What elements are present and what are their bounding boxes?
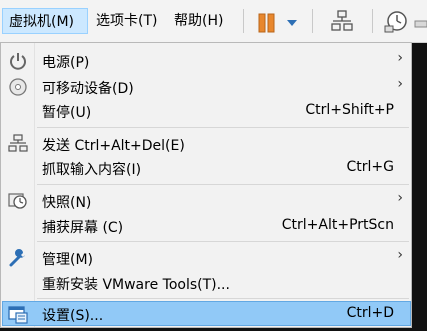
menu-item-label: 可移动设备(D) — [42, 81, 134, 97]
menu-separator — [37, 241, 409, 242]
menu-bar: 虚拟机(M) 选项卡(T) 帮助(H) — [0, 0, 427, 43]
toolbar-separator — [372, 9, 373, 33]
menu-item-pause[interactable]: 暂停(U) Ctrl+Shift+P — [2, 98, 411, 124]
power-icon — [8, 51, 28, 71]
background-edge — [412, 42, 427, 331]
submenu-arrow-icon: › — [397, 247, 403, 263]
toolbar-separator — [312, 9, 313, 33]
toolbar-separator — [243, 9, 244, 33]
submenu-arrow-icon: › — [397, 76, 403, 92]
menu-vm[interactable]: 虚拟机(M) — [2, 8, 88, 34]
menu-item-label: 抓取输入内容(I) — [42, 162, 142, 178]
clock-icon[interactable] — [384, 10, 408, 34]
settings-icon — [8, 304, 28, 324]
menu-separator — [37, 298, 409, 299]
menu-item-capture-screen[interactable]: 捕获屏幕 (C) Ctrl+Alt+PrtScn — [2, 213, 411, 239]
menu-item-shortcut: Ctrl+D — [346, 305, 394, 321]
menu-item-label: 发送 Ctrl+Alt+Del(E) — [42, 138, 185, 154]
menu-tabs[interactable]: 选项卡(T) — [90, 8, 163, 34]
menu-item-label: 暂停(U) — [42, 105, 92, 121]
menu-help-label: 帮助(H) — [174, 13, 224, 29]
disc-icon — [8, 77, 28, 97]
network-send-icon — [8, 134, 28, 154]
pause-icon[interactable] — [256, 12, 278, 34]
menu-item-label: 管理(M) — [42, 252, 94, 268]
menu-item-label: 重新安装 VMware Tools(T)... — [42, 277, 230, 293]
menu-item-settings[interactable]: 设置(S)... Ctrl+D — [2, 301, 411, 326]
wrench-icon — [8, 248, 28, 268]
menu-item-reinstall-vmware-tools[interactable]: 重新安装 VMware Tools(T)... — [2, 270, 411, 296]
menu-item-label: 设置(S)... — [42, 308, 104, 324]
menu-item-shortcut: Ctrl+G — [346, 159, 395, 175]
menu-help[interactable]: 帮助(H) — [168, 8, 229, 34]
menu-item-send-ctrl-alt-del[interactable]: 发送 Ctrl+Alt+Del(E) — [2, 131, 411, 157]
menu-item-label: 捕获屏幕 (C) — [42, 220, 124, 236]
submenu-arrow-icon: › — [397, 50, 403, 66]
menu-separator — [37, 184, 409, 185]
menu-item-power[interactable]: 电源(P) › — [2, 48, 411, 74]
menu-item-removable-devices[interactable]: 可移动设备(D) › — [2, 74, 411, 100]
menu-item-grab-input[interactable]: 抓取输入内容(I) Ctrl+G — [2, 155, 411, 181]
menu-separator — [37, 127, 409, 128]
toolbar-overflow-icon[interactable] — [414, 18, 427, 28]
menu-item-snapshot[interactable]: 快照(N) › — [2, 188, 411, 214]
vm-dropdown-menu: 电源(P) › 可移动设备(D) › 暂停(U) Ctrl+Shift+P 发送… — [0, 42, 412, 328]
snapshot-clock-icon — [8, 191, 28, 211]
menu-tabs-label: 选项卡(T) — [96, 13, 158, 29]
menu-item-shortcut: Ctrl+Shift+P — [305, 102, 394, 118]
submenu-arrow-icon: › — [397, 190, 403, 206]
menu-vm-label: 虚拟机(M) — [9, 14, 75, 30]
menu-item-label: 电源(P) — [42, 55, 90, 71]
menu-item-manage[interactable]: 管理(M) › — [2, 245, 411, 271]
dropdown-arrow-icon[interactable] — [285, 17, 299, 27]
menu-item-label: 快照(N) — [42, 195, 92, 211]
menu-item-shortcut: Ctrl+Alt+PrtScn — [281, 217, 394, 233]
network-icon[interactable] — [331, 10, 353, 34]
